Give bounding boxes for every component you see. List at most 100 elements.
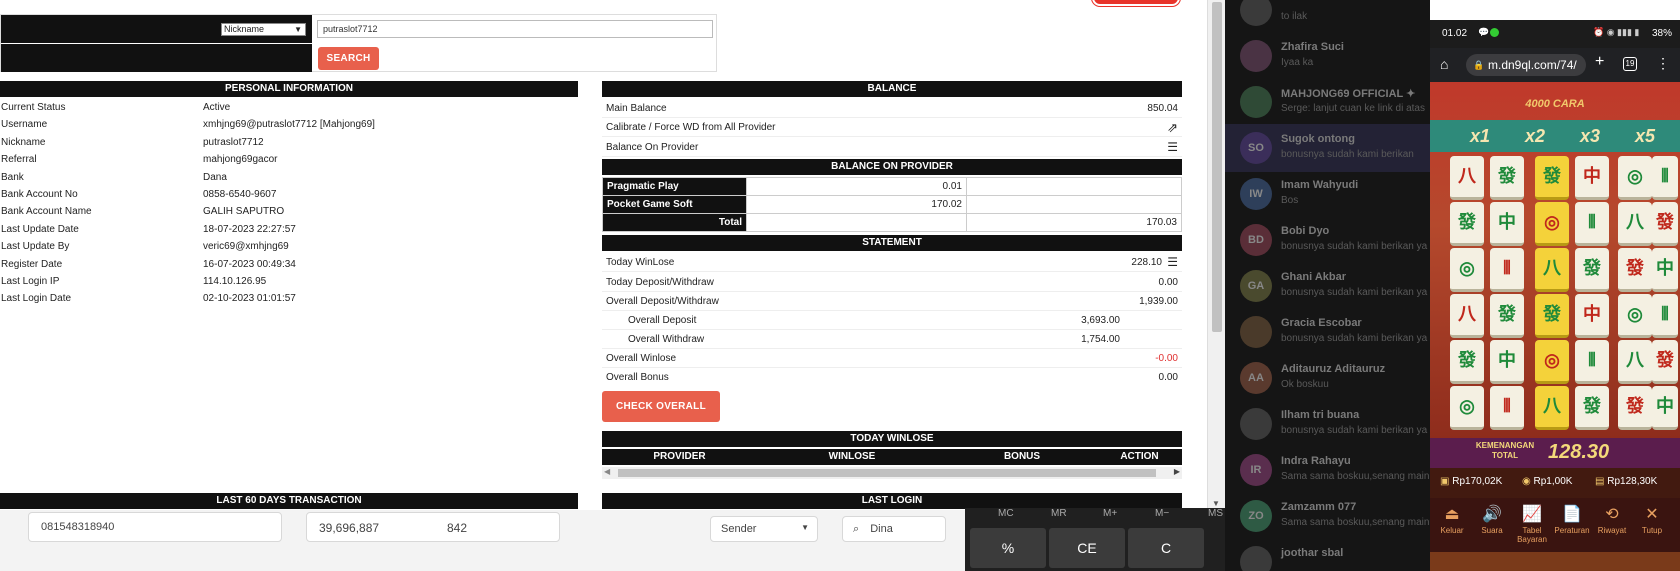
- overall-withdraw-value: 1,754.00: [1081, 334, 1120, 345]
- chat-list-item[interactable]: Ilham tri buana bonusnya sudah kami berik…: [1225, 400, 1430, 448]
- vertical-scrollbar[interactable]: ▼: [1207, 0, 1225, 510]
- personal-info-label: Bank: [1, 171, 24, 183]
- calc-ms[interactable]: MS: [1208, 508, 1223, 519]
- mahjong-tile: 發: [1535, 294, 1569, 338]
- last-login-header: LAST LOGIN: [602, 493, 1182, 509]
- home-icon[interactable]: ⌂: [1440, 56, 1448, 72]
- personal-info-value: 114.10.126.95: [203, 276, 267, 287]
- chat-list-item[interactable]: SO Sugok ontong bonusnya sudah kami berika…: [1225, 124, 1430, 172]
- bg-count: 842: [447, 521, 468, 535]
- search-icon: ⌕: [853, 523, 860, 535]
- provider-empty-cell: [966, 195, 1182, 214]
- provider-table: Pragmatic Play 0.01 Pocket Game Soft 170…: [602, 177, 1182, 232]
- mahjong-tile: 發: [1450, 340, 1484, 384]
- today-dw-label: Today Deposit/Withdraw: [606, 277, 714, 288]
- search-field-select[interactable]: Nickname ▼: [221, 23, 306, 36]
- mahjong-tile: 八: [1535, 248, 1569, 292]
- share-icon[interactable]: ⇗: [1167, 118, 1178, 137]
- rules-button[interactable]: 📄 Peraturan: [1552, 504, 1592, 535]
- avatar: [1240, 546, 1272, 571]
- mahjong-tile: ⦀: [1490, 248, 1524, 292]
- bg-sender-select[interactable]: Sender ▼: [710, 516, 818, 542]
- chat-message-preview: Sama sama boskuu,senang main: [1281, 471, 1430, 482]
- avatar: GA: [1240, 270, 1272, 302]
- chat-list-item[interactable]: Gracia Escobar bonusnya sudah kami berika…: [1225, 308, 1430, 356]
- chat-name: Ghani Akbar: [1281, 271, 1346, 283]
- chat-list-item[interactable]: ZO Zamzamm 077 Sama sama boskuu,senang mai…: [1225, 492, 1430, 540]
- chat-list-item[interactable]: IW Imam Wahyudi Bos: [1225, 170, 1430, 218]
- chat-list-item[interactable]: Zhafira Suci Iyaa ka: [1225, 32, 1430, 80]
- overall-withdraw-label: Overall Withdraw: [628, 334, 705, 345]
- chat-name: Sugok ontong: [1281, 133, 1355, 145]
- url-bar[interactable]: 🔒 m.dn9ql.com/74/: [1466, 54, 1586, 76]
- personal-info-value: putraslot7712: [203, 136, 264, 148]
- mahjong-tile: 發: [1490, 156, 1524, 200]
- top-right-badge[interactable]: [1092, 0, 1180, 6]
- tabs-icon[interactable]: 19: [1623, 57, 1637, 71]
- mahjong-tile: 八: [1618, 340, 1652, 384]
- calc-memory-row: MC MR M+ M− MS: [965, 508, 1225, 520]
- personal-info-label: Last Login Date: [1, 293, 72, 305]
- calc-ce-button[interactable]: CE: [1049, 528, 1125, 568]
- bg-phone-field[interactable]: 081548318940: [28, 512, 282, 542]
- personal-info-row: Bank Dana: [0, 169, 578, 187]
- mahjong-tile: ◎: [1618, 156, 1652, 200]
- calc-mr[interactable]: MR: [1051, 508, 1067, 519]
- close-button[interactable]: ✕ Tutup: [1632, 504, 1672, 535]
- chat-list-item[interactable]: BD Bobi Dyo bonusnya sudah kami berikan ya: [1225, 216, 1430, 264]
- admin-window: Nickname ▼ putraslot7712 SEARCH PERSONAL…: [0, 0, 1225, 510]
- chevron-left-icon[interactable]: ◀: [604, 467, 610, 476]
- calc-mc[interactable]: MC: [998, 508, 1014, 519]
- chat-list-item[interactable]: MAHJONG69 OFFICIAL ✦ Serge: lanjut cuan k…: [1225, 78, 1430, 126]
- calc-mminus[interactable]: M−: [1155, 508, 1169, 519]
- overall-deposit-label: Overall Deposit: [628, 315, 697, 326]
- mahjong-tile: 中: [1652, 248, 1678, 292]
- wallet-icon: ▣: [1440, 476, 1453, 487]
- chat-list-item[interactable]: to ilak: [1225, 0, 1430, 34]
- column-header: ACTION: [1120, 451, 1159, 462]
- list-icon[interactable]: ☰: [1167, 138, 1178, 157]
- exit-button[interactable]: ⏏ Keluar: [1432, 504, 1472, 535]
- chevron-down-icon[interactable]: ▼: [1212, 499, 1220, 508]
- calc-mplus[interactable]: M+: [1103, 508, 1117, 519]
- bg-search-field[interactable]: ⌕ Dina: [842, 516, 946, 542]
- search-button[interactable]: SEARCH: [318, 47, 379, 70]
- horizontal-scrollbar[interactable]: ◀ ▶: [602, 467, 1182, 479]
- chevron-right-icon[interactable]: ▶: [1174, 467, 1180, 476]
- overall-deposit-value: 3,693.00: [1081, 315, 1120, 326]
- provider-name: Pragmatic Play: [602, 177, 747, 196]
- sound-button[interactable]: 🔊 Suara: [1472, 504, 1512, 535]
- mahjong-tile: 中: [1490, 340, 1524, 384]
- mahjong-tile: 發: [1618, 248, 1652, 292]
- mahjong-tile: 八: [1618, 202, 1652, 246]
- check-overall-button[interactable]: CHECK OVERALL: [602, 391, 720, 422]
- today-dw-row: Today Deposit/Withdraw 0.00: [602, 273, 1182, 292]
- document-icon: 📄: [1562, 506, 1582, 523]
- more-icon[interactable]: ⋮: [1656, 55, 1670, 72]
- vertical-scroll-thumb[interactable]: [1212, 2, 1222, 332]
- bg-amount-field[interactable]: 39,696,887 842: [306, 512, 560, 542]
- mahjong-tile: 八: [1450, 156, 1484, 200]
- chat-list-item[interactable]: AA Aditauruz Aditauruz Ok boskuu: [1225, 354, 1430, 402]
- column-header: BONUS: [1003, 451, 1041, 462]
- list-icon[interactable]: ☰: [1167, 253, 1178, 272]
- horizontal-scroll-thumb[interactable]: [618, 469, 1156, 477]
- calc-c-button[interactable]: C: [1128, 528, 1204, 568]
- chat-list-item[interactable]: IR Indra Rahayu Sama sama boskuu,senang ma…: [1225, 446, 1430, 494]
- history-button[interactable]: ⟲ Riwayat: [1592, 504, 1632, 535]
- new-tab-icon[interactable]: +: [1595, 53, 1604, 71]
- paytable-button[interactable]: 📈 Tabel Bayaran: [1512, 504, 1552, 544]
- avatar: [1240, 408, 1272, 440]
- mahjong-tile: ⦀: [1652, 294, 1678, 338]
- avatar: IW: [1240, 178, 1272, 210]
- search-input[interactable]: putraslot7712: [317, 20, 713, 38]
- chat-list-item[interactable]: GA Ghani Akbar bonusnya sudah kami berikan…: [1225, 262, 1430, 310]
- mahjong-tile: 中: [1575, 294, 1609, 338]
- personal-info-row: Bank Account No 0858-6540-9607: [0, 186, 578, 204]
- mahjong-game[interactable]: 4000 CARA x1 x2 x3 x5 八發 ◎ 八發 ◎ 發中 ⦀ 發中 ⦀ 發 ◎ 八發 ◎ 八…: [1430, 82, 1680, 440]
- calc-percent-button[interactable]: %: [970, 528, 1046, 568]
- avatar: [1240, 86, 1272, 118]
- personal-info-value: mahjong69gacor: [203, 154, 278, 166]
- bet-bar: ▣ Rp170,02K ◉ Rp1,00K ▤ Rp128,30K: [1430, 468, 1680, 498]
- chat-list-item[interactable]: joothar sbal: [1225, 538, 1430, 571]
